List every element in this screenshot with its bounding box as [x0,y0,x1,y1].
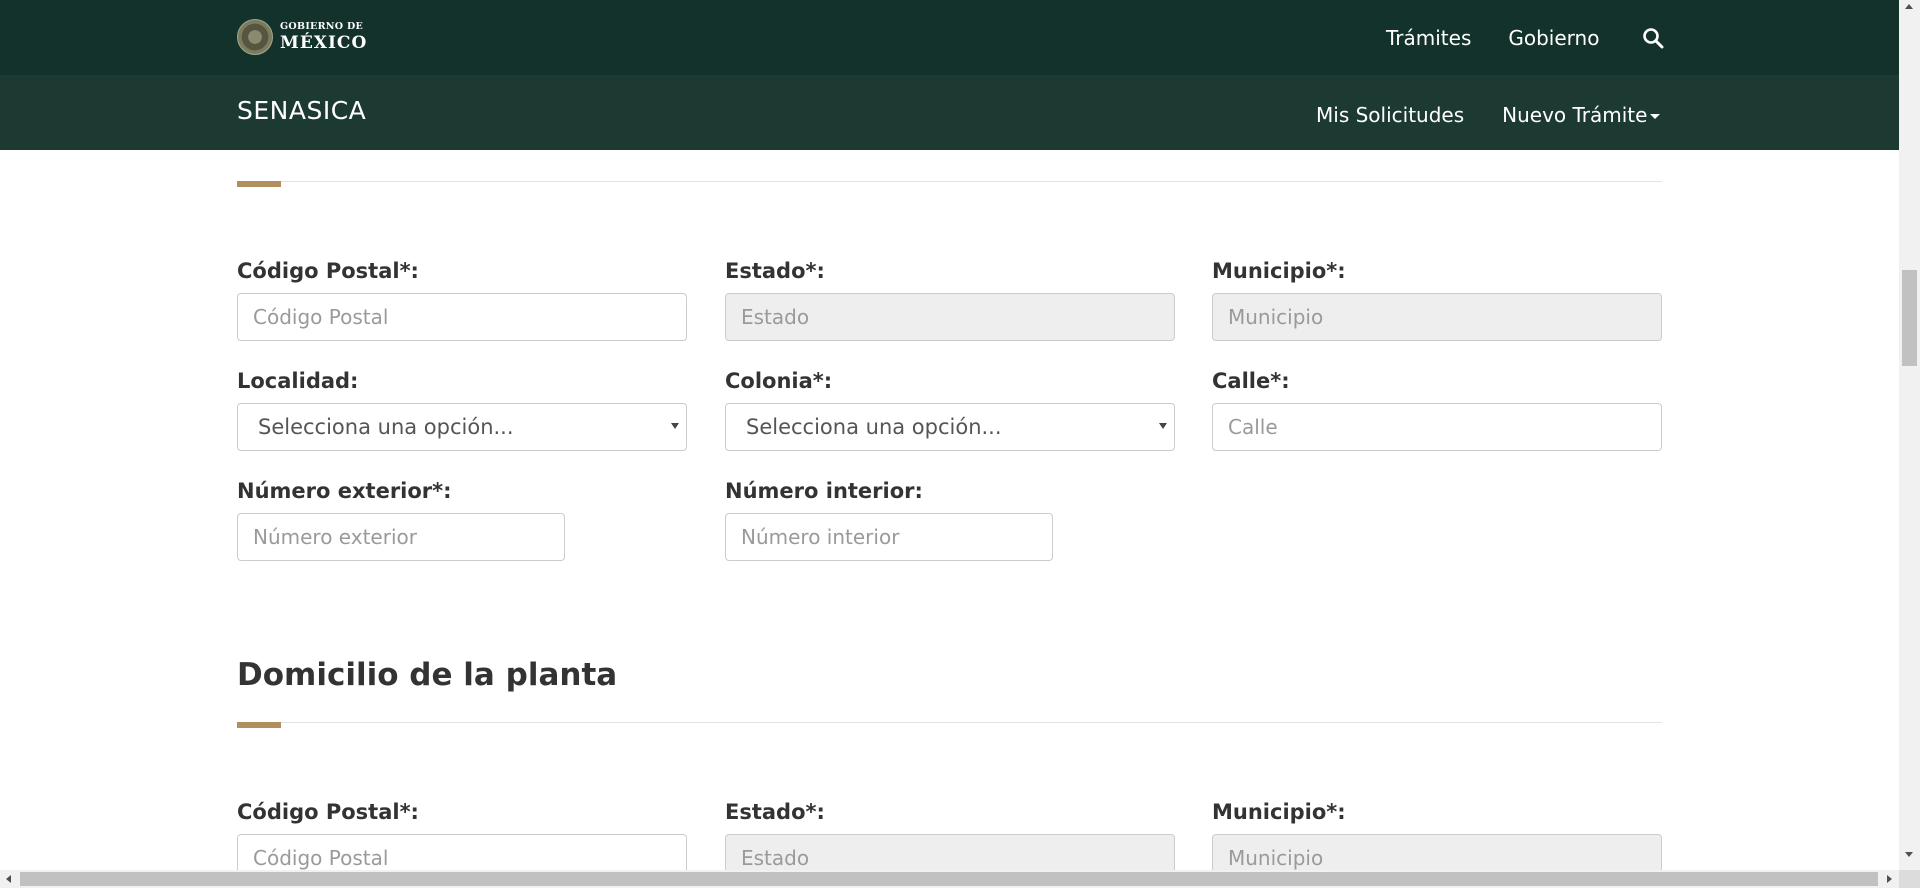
codigo-postal-input[interactable] [237,293,687,341]
localidad-selected-value: Selecciona una opción... [258,415,514,439]
logo-line2: MÉXICO [280,32,368,53]
numero-interior-label: Número interior: [725,479,923,503]
numero-interior-input[interactable] [725,513,1053,561]
colonia-select[interactable]: Selecciona una opción... [725,403,1175,451]
scrollbar-corner [1899,870,1920,888]
estado-label: Estado*: [725,259,825,283]
horizontal-scroll-thumb[interactable] [20,872,1878,886]
dropdown-arrow-icon [1159,423,1167,429]
scroll-left-arrow-icon[interactable] [6,875,11,883]
coat-of-arms-icon [237,19,273,55]
municipio-input [1212,293,1662,341]
calle-input[interactable] [1212,403,1662,451]
horizontal-scrollbar[interactable] [0,870,1920,888]
nav-link-gobierno[interactable]: Gobierno [1508,26,1599,50]
section-title-domicilio-planta: Domicilio de la planta [237,657,618,693]
vertical-scrollbar[interactable] [1899,0,1920,870]
dropdown-arrow-icon [671,423,679,429]
logo-line1: GOBIERNO DE [280,21,364,33]
section-accent-bar [237,181,281,187]
planta-municipio-label: Municipio*: [1212,800,1346,824]
nav-nuevo-tramite-dropdown[interactable]: Nuevo Trámite [1502,103,1661,127]
localidad-label: Localidad: [237,369,359,393]
scroll-down-arrow-icon[interactable] [1905,852,1913,857]
numero-exterior-label: Número exterior*: [237,479,452,503]
nav-nuevo-tramite-label: Nuevo Trámite [1502,103,1648,127]
codigo-postal-label: Código Postal*: [237,259,419,283]
sub-nav: Mis Solicitudes Nuevo Trámite [1316,103,1661,127]
search-icon[interactable] [1642,27,1664,49]
localidad-select[interactable]: Selecciona una opción... [237,403,687,451]
vertical-scroll-thumb[interactable] [1902,270,1917,366]
estado-input [725,293,1175,341]
planta-codigo-postal-label: Código Postal*: [237,800,419,824]
caret-down-icon [1650,114,1661,119]
calle-label: Calle*: [1212,369,1290,393]
scroll-right-arrow-icon[interactable] [1887,875,1892,883]
planta-estado-label: Estado*: [725,800,825,824]
nav-mis-solicitudes[interactable]: Mis Solicitudes [1316,103,1464,127]
municipio-label: Municipio*: [1212,259,1346,283]
brand-title[interactable]: SENASICA [237,96,366,125]
top-nav: Trámites Gobierno [1386,26,1599,50]
gobierno-mexico-logo[interactable]: GOBIERNO DE MÉXICO [237,19,367,55]
numero-exterior-input[interactable] [237,513,565,561]
colonia-label: Colonia*: [725,369,833,393]
nav-link-tramites[interactable]: Trámites [1386,26,1471,50]
section-divider [237,722,1662,723]
scroll-up-arrow-icon[interactable] [1905,4,1913,9]
section-accent-bar [237,722,281,728]
section-divider [237,181,1662,182]
colonia-selected-value: Selecciona una opción... [746,415,1002,439]
